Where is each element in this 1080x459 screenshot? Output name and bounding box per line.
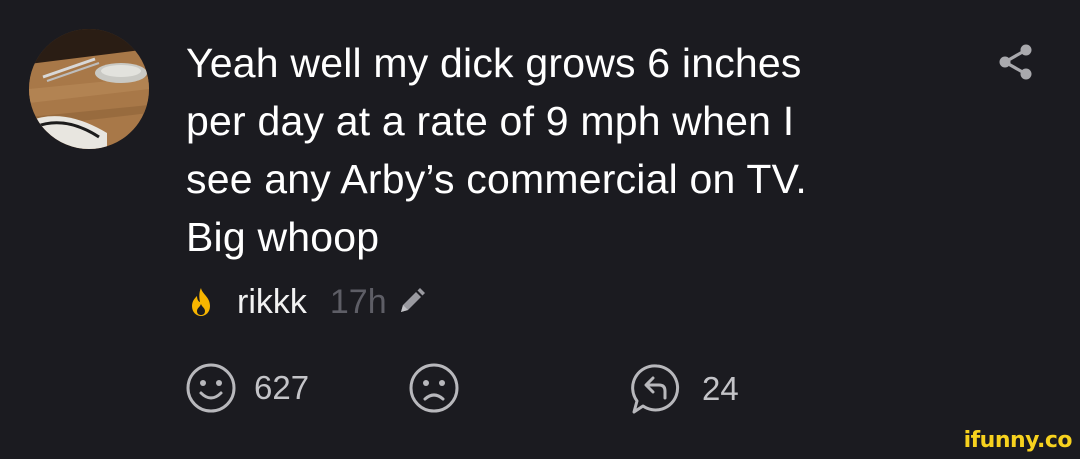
comment-line: see any Arby’s commercial on TV. xyxy=(186,156,807,202)
frown-button[interactable] xyxy=(408,362,460,414)
reply-icon xyxy=(631,364,680,414)
comment-timestamp: 17h xyxy=(329,282,387,321)
user-avatar[interactable] xyxy=(29,29,149,149)
ifunny-watermark: ifunny.co xyxy=(963,428,1073,453)
smile-count: 627 xyxy=(254,369,310,406)
frown-icon xyxy=(409,363,459,413)
comment-line: per day at a rate of 9 mph when I xyxy=(186,98,795,144)
share-icon[interactable] xyxy=(996,44,1034,80)
comment-text: Yeah well my dick grows 6 inches per day… xyxy=(186,34,946,266)
comment-line: Big whoop xyxy=(186,214,380,260)
reply-count: 24 xyxy=(702,370,739,407)
fire-icon xyxy=(192,288,210,316)
pencil-icon xyxy=(400,288,425,312)
avatar-photo xyxy=(29,29,149,149)
comment-line: Yeah well my dick grows 6 inches xyxy=(186,40,802,86)
smile-icon xyxy=(186,363,236,413)
author-username[interactable]: rikkk xyxy=(237,283,307,322)
reply-button[interactable]: 24 xyxy=(629,362,739,416)
smile-button[interactable]: 627 xyxy=(185,362,309,414)
comment-meta: rikkk 17h xyxy=(188,280,427,324)
